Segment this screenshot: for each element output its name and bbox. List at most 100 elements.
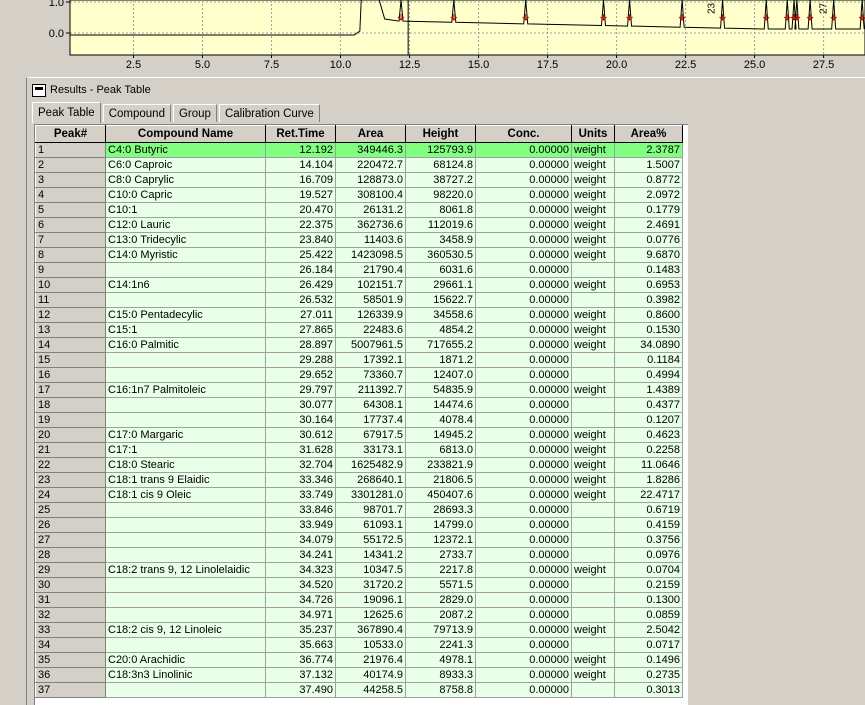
col-header-area-pct[interactable]: Area% [614, 125, 683, 143]
cell-conc[interactable]: 0.00000 [475, 277, 572, 293]
cell-area[interactable]: 11403.6 [335, 232, 406, 248]
cell-units[interactable] [571, 532, 615, 548]
cell-units[interactable]: weight [571, 217, 615, 233]
col-header-conc[interactable]: Conc. [475, 125, 572, 143]
cell-ret-time[interactable]: 26.532 [265, 292, 336, 308]
table-row[interactable]: 9 26.184 21790.4 6031.6 0.00000 0.1483 [35, 262, 683, 278]
tab-peak-table[interactable]: Peak Table [32, 102, 101, 123]
cell-units[interactable] [571, 592, 615, 608]
cell-compound-name[interactable]: C6:0 Caproic [105, 157, 266, 173]
cell-compound-name[interactable]: C15:1 [105, 322, 266, 338]
table-row[interactable]: 14 C16:0 Palmitic 28.897 5007961.5 717655.2 0… [35, 337, 683, 353]
cell-area[interactable]: 5007961.5 [335, 337, 406, 353]
cell-peak-number[interactable]: 12 [35, 307, 106, 323]
cell-area-pct[interactable]: 22.4717 [614, 487, 683, 503]
cell-height[interactable]: 6031.6 [405, 262, 476, 278]
table-row[interactable]: 36 C18:3n3 Linolinic 37.132 40174.9 8933.3 0.… [35, 667, 683, 683]
cell-area[interactable]: 31720.2 [335, 577, 406, 593]
cell-conc[interactable]: 0.00000 [475, 622, 572, 638]
table-row[interactable]: 25 33.846 98701.7 28693.3 0.00000 0.6719 [35, 502, 683, 518]
cell-conc[interactable]: 0.00000 [475, 502, 572, 518]
cell-compound-name[interactable]: C18:0 Stearic [105, 457, 266, 473]
cell-peak-number[interactable]: 25 [35, 502, 106, 518]
cell-compound-name[interactable]: C12:0 Lauric [105, 217, 266, 233]
table-row[interactable]: 31 34.726 19096.1 2829.0 0.00000 0.1300 [35, 592, 683, 608]
cell-area-pct[interactable]: 0.0976 [614, 547, 683, 563]
cell-height[interactable]: 3458.9 [405, 232, 476, 248]
cell-units[interactable]: weight [571, 472, 615, 488]
cell-area-pct[interactable]: 0.4623 [614, 427, 683, 443]
cell-ret-time[interactable]: 35.663 [265, 637, 336, 653]
cell-area-pct[interactable]: 2.4691 [614, 217, 683, 233]
cell-ret-time[interactable]: 32.704 [265, 457, 336, 473]
cell-area-pct[interactable]: 0.3756 [614, 532, 683, 548]
cell-compound-name[interactable]: C10:1 [105, 202, 266, 218]
table-row[interactable]: 4 C10:0 Capric 19.527 308100.4 98220.0 0.0000… [35, 187, 683, 203]
cell-peak-number[interactable]: 20 [35, 427, 106, 443]
cell-peak-number[interactable]: 21 [35, 442, 106, 458]
cell-peak-number[interactable]: 15 [35, 352, 106, 368]
cell-units[interactable]: weight [571, 247, 615, 263]
cell-area-pct[interactable]: 2.3787 [614, 142, 683, 158]
cell-compound-name[interactable] [105, 502, 266, 518]
cell-peak-number[interactable]: 37 [35, 682, 106, 698]
cell-units[interactable] [571, 517, 615, 533]
cell-compound-name[interactable]: C18:3n3 Linolinic [105, 667, 266, 683]
cell-height[interactable]: 8758.8 [405, 682, 476, 698]
table-row[interactable]: 16 29.652 73360.7 12407.0 0.00000 0.4994 [35, 367, 683, 383]
cell-conc[interactable]: 0.00000 [475, 142, 572, 158]
cell-area[interactable]: 12625.6 [335, 607, 406, 623]
table-row[interactable]: 26 33.949 61093.1 14799.0 0.00000 0.4159 [35, 517, 683, 533]
table-row[interactable]: 6 C12:0 Lauric 22.375 362736.6 112019.6 0.000… [35, 217, 683, 233]
table-row[interactable]: 22 C18:0 Stearic 32.704 1625482.9 233821.9 0.… [35, 457, 683, 473]
cell-units[interactable]: weight [571, 277, 615, 293]
cell-units[interactable]: weight [571, 322, 615, 338]
cell-units[interactable] [571, 502, 615, 518]
cell-height[interactable]: 34558.6 [405, 307, 476, 323]
cell-height[interactable]: 2217.8 [405, 562, 476, 578]
cell-ret-time[interactable]: 37.490 [265, 682, 336, 698]
table-row[interactable]: 27 34.079 55172.5 12372.1 0.00000 0.3756 [35, 532, 683, 548]
cell-conc[interactable]: 0.00000 [475, 292, 572, 308]
cell-units[interactable]: weight [571, 562, 615, 578]
cell-area[interactable]: 126339.9 [335, 307, 406, 323]
cell-units[interactable] [571, 412, 615, 428]
cell-ret-time[interactable]: 34.971 [265, 607, 336, 623]
cell-compound-name[interactable]: C13:0 Tridecylic [105, 232, 266, 248]
cell-ret-time[interactable]: 28.897 [265, 337, 336, 353]
cell-height[interactable]: 79713.9 [405, 622, 476, 638]
cell-ret-time[interactable]: 27.865 [265, 322, 336, 338]
cell-units[interactable]: weight [571, 667, 615, 683]
cell-peak-number[interactable]: 29 [35, 562, 106, 578]
cell-area-pct[interactable]: 1.5007 [614, 157, 683, 173]
cell-units[interactable]: weight [571, 232, 615, 248]
cell-area[interactable]: 211392.7 [335, 382, 406, 398]
cell-peak-number[interactable]: 8 [35, 247, 106, 263]
cell-height[interactable]: 4978.1 [405, 652, 476, 668]
table-row[interactable]: 28 34.241 14341.2 2733.7 0.00000 0.0976 [35, 547, 683, 563]
cell-area-pct[interactable]: 0.3982 [614, 292, 683, 308]
cell-conc[interactable]: 0.00000 [475, 232, 572, 248]
cell-conc[interactable]: 0.00000 [475, 667, 572, 683]
cell-peak-number[interactable]: 9 [35, 262, 106, 278]
cell-peak-number[interactable]: 23 [35, 472, 106, 488]
cell-ret-time[interactable]: 34.079 [265, 532, 336, 548]
cell-area[interactable]: 22483.6 [335, 322, 406, 338]
cell-area[interactable]: 64308.1 [335, 397, 406, 413]
cell-peak-number[interactable]: 11 [35, 292, 106, 308]
cell-compound-name[interactable] [105, 637, 266, 653]
cell-units[interactable]: weight [571, 427, 615, 443]
table-row[interactable]: 34 35.663 10533.0 2241.3 0.00000 0.0717 [35, 637, 683, 653]
table-row[interactable]: 23 C18:1 trans 9 Elaidic 33.346 268640.1 218… [35, 472, 683, 488]
cell-height[interactable]: 14474.6 [405, 397, 476, 413]
cell-units[interactable]: weight [571, 307, 615, 323]
cell-compound-name[interactable] [105, 532, 266, 548]
cell-peak-number[interactable]: 6 [35, 217, 106, 233]
cell-height[interactable]: 12407.0 [405, 367, 476, 383]
cell-area-pct[interactable]: 0.1779 [614, 202, 683, 218]
cell-conc[interactable]: 0.00000 [475, 442, 572, 458]
table-row[interactable]: 35 C20:0 Arachidic 36.774 21976.4 4978.1 0.00… [35, 652, 683, 668]
cell-height[interactable]: 54835.9 [405, 382, 476, 398]
cell-peak-number[interactable]: 28 [35, 547, 106, 563]
tab-group[interactable]: Group [172, 104, 217, 122]
